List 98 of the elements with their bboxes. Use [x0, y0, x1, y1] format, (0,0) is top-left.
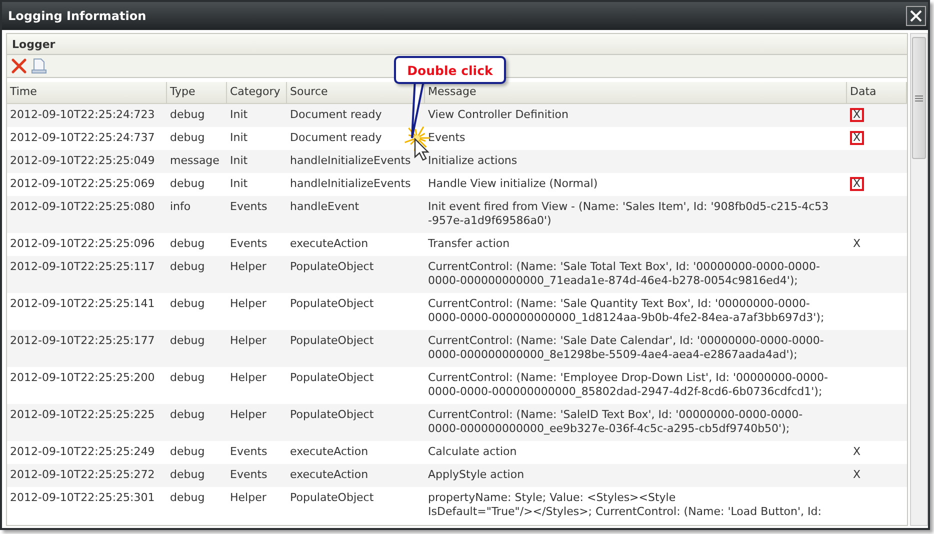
- log-row[interactable]: 2012-09-10T22:25:25:080 info Events handleEvent Init event fired from View - (Name: 'Sales Item', Id: '908fb0d5-c215-4c53 -957e-a1d9f69586a0'): [7, 196, 907, 233]
- table-cell-text: View Controller Definition: [427, 108, 570, 122]
- log-row[interactable]: 2012-09-10T22:25:25:049 message Init handleInitializeEvents Initialize actions: [7, 150, 907, 173]
- table-cell-text: 2012-09-10T22:25:25:301: [9, 491, 156, 506]
- table-cell-text: Helper: [229, 260, 268, 275]
- table-cell-text: debug: [169, 445, 206, 459]
- table-cell-text: Helper: [229, 408, 268, 423]
- table-cell-text: message: [169, 154, 220, 168]
- document-button[interactable]: [31, 58, 47, 74]
- table-cell-text: info: [169, 200, 192, 215]
- table-cell-text: PopulateObject: [289, 371, 375, 386]
- table-cell-text: 2012-09-10T22:25:25:069: [9, 177, 156, 191]
- data-link[interactable]: X: [850, 177, 864, 191]
- table-cell-text: debug: [169, 491, 206, 506]
- log-row[interactable]: 2012-09-10T22:25:25:177 debug Helper PopulateObject CurrentControl: (Name: 'Sale Date Calendar', Id: '00000000-0000-0000- 0000-000000000000_8e1298be-5509-4ae4-aea4-e2867aada4ad');: [7, 330, 907, 367]
- data-link[interactable]: X: [850, 108, 864, 122]
- table-cell-text: Document ready: [289, 131, 383, 145]
- column-header[interactable]: Data: [847, 82, 907, 103]
- table-cell-text: CurrentControl: (Name: 'Sale Date Calendar', Id: '00000000-0000-0000- 0000-000000000000_8e1298be-5509-4ae4-aea4-e2867aada4ad');: [427, 334, 825, 362]
- log-row[interactable]: 2012-09-10T22:25:24:723 debug Init Document ready View Controller Definition X: [7, 104, 907, 127]
- table-cell-text: Events: [229, 237, 268, 251]
- table-cell-text: executeAction: [289, 237, 370, 251]
- table-cell-text: 2012-09-10T22:25:25:049: [9, 154, 156, 168]
- scroll-thumb[interactable]: [912, 37, 926, 159]
- data-link[interactable]: X: [850, 445, 864, 459]
- table-cell-text: Handle View initialize (Normal): [427, 177, 599, 191]
- table-cell-text: CurrentControl: (Name: 'Employee Drop-Down List', Id: '00000000-0000- 0000-0000-000000000000_85802dad-2947-4d2f-8cd6-6b0736cdfcd1');: [427, 371, 829, 399]
- table-cell-text: Events: [229, 445, 268, 459]
- table-cell-text: Transfer action: [427, 237, 511, 251]
- table-cell-text: handleEvent: [289, 200, 360, 215]
- panel-title: Logger: [12, 38, 56, 50]
- table-cell-text: Init: [229, 177, 249, 191]
- grip-icon: [915, 94, 923, 102]
- table-cell-text: handleInitializeEvents: [289, 154, 412, 168]
- table-cell-text: Calculate action: [427, 445, 518, 459]
- table-cell-text: debug: [169, 408, 206, 423]
- scrollbar[interactable]: [910, 33, 928, 526]
- table-cell-text: PopulateObject: [289, 260, 375, 275]
- table-cell-text: Init: [229, 108, 249, 122]
- table-cell-text: 2012-09-10T22:25:25:177: [9, 334, 156, 349]
- window-title: Logging Information: [8, 9, 146, 23]
- close-icon: [910, 10, 922, 22]
- x-mark-icon: [11, 58, 27, 74]
- table-cell-text: ApplyStyle action: [427, 468, 526, 482]
- table-cell-text: 2012-09-10T22:25:25:272: [9, 468, 156, 482]
- table-cell-text: CurrentControl: (Name: 'Sale Total Text Box', Id: '00000000-0000-0000- 0000-000000000000_71eada1e-874d-46e4-b278-0054c9816ed4');: [427, 260, 822, 288]
- table-cell-text: executeAction: [289, 468, 370, 482]
- table-cell-text: PopulateObject: [289, 491, 375, 506]
- table-cell-text: 2012-09-10T22:25:25:141: [9, 297, 156, 312]
- log-row[interactable]: 2012-09-10T22:25:25:225 debug Helper PopulateObject CurrentControl: (Name: 'SaleID Text Box', Id: '00000000-0000-0000- 0000-000000000000_ee9b327e-036f-4c5c-a295-cb5df9740b50');: [7, 404, 907, 441]
- table-cell-text: Events: [427, 131, 466, 145]
- table-cell-text: 2012-09-10T22:25:25:200: [9, 371, 156, 386]
- table-cell-text: Init event fired from View - (Name: 'Sales Item', Id: '908fb0d5-c215-4c53 -957e-a1d9f69586a0'): [427, 200, 830, 228]
- table-cell-text: PopulateObject: [289, 297, 375, 312]
- table-cell-text: propertyName: Style; Value: <Styles><Style IsDefault="True"/></Styles>; CurrentControl: (Name: 'Load Button', Id:: [427, 491, 822, 519]
- document-icon: [31, 58, 47, 74]
- table-cell-text: Helper: [229, 491, 268, 506]
- table-cell-text: Helper: [229, 371, 268, 386]
- table-cell-text: CurrentControl: (Name: 'Sale Quantity Text Box', Id: '00000000-0000- 0000-0000-000000000000_1d8124aa-9b0b-4fe2-84ea-a7af3bb697d3');: [427, 297, 826, 325]
- table-cell-text: debug: [169, 334, 206, 349]
- data-link[interactable]: X: [850, 131, 864, 145]
- data-link[interactable]: X: [850, 468, 864, 482]
- table-cell-text: Init: [229, 131, 249, 145]
- table-cell-text: debug: [169, 108, 206, 122]
- column-header[interactable]: Type: [167, 82, 227, 103]
- table-cell-text: 2012-09-10T22:25:25:117: [9, 260, 156, 275]
- data-link[interactable]: X: [850, 237, 864, 251]
- delete-button[interactable]: [11, 58, 27, 74]
- table-cell-text: debug: [169, 371, 206, 386]
- table-cell-text: Helper: [229, 334, 268, 349]
- table-cell-text: Document ready: [289, 108, 383, 122]
- table-cell-text: Helper: [229, 297, 268, 312]
- table-cell-text: CurrentControl: (Name: 'SaleID Text Box', Id: '00000000-0000-0000- 0000-000000000000_ee9b327e-036f-4c5c-a295-cb5df9740b50');: [427, 408, 804, 436]
- log-row[interactable]: 2012-09-10T22:25:25:272 debug Events executeAction ApplyStyle action X: [7, 464, 907, 487]
- table-cell-text: debug: [169, 260, 206, 275]
- table-cell-text: PopulateObject: [289, 334, 375, 349]
- table-cell-text: handleInitializeEvents: [289, 177, 412, 191]
- table-cell-text: debug: [169, 468, 206, 482]
- table-cell-text: Init: [229, 154, 249, 168]
- column-header[interactable]: Category: [227, 82, 287, 103]
- table-cell-text: PopulateObject: [289, 408, 375, 423]
- table-cell-text: executeAction: [289, 445, 370, 459]
- table-cell-text: 2012-09-10T22:25:25:249: [9, 445, 156, 459]
- log-row[interactable]: 2012-09-10T22:25:25:117 debug Helper PopulateObject CurrentControl: (Name: 'Sale Total Text Box', Id: '00000000-0000-0000- 0000-000000000000_71eada1e-874d-46e4-b278-0054c9816ed4');: [7, 256, 907, 293]
- column-header[interactable]: Time: [7, 82, 167, 103]
- table-cell-text: 2012-09-10T22:25:25:225: [9, 408, 156, 423]
- table-cell-text: debug: [169, 237, 206, 251]
- table-cell-text: debug: [169, 131, 206, 145]
- table-cell-text: 2012-09-10T22:25:25:080: [9, 200, 156, 215]
- table-cell-text: debug: [169, 297, 206, 312]
- table-cell-text: debug: [169, 177, 206, 191]
- table-cell-text: Events: [229, 468, 268, 482]
- table-cell-text: 2012-09-10T22:25:24:723: [9, 108, 156, 122]
- close-button[interactable]: [906, 6, 926, 26]
- table-cell-text: 2012-09-10T22:25:25:096: [9, 237, 156, 251]
- table-cell-text: Events: [229, 200, 268, 215]
- table-cell-text: Initialize actions: [427, 154, 518, 168]
- table-cell-text: 2012-09-10T22:25:24:737: [9, 131, 156, 145]
